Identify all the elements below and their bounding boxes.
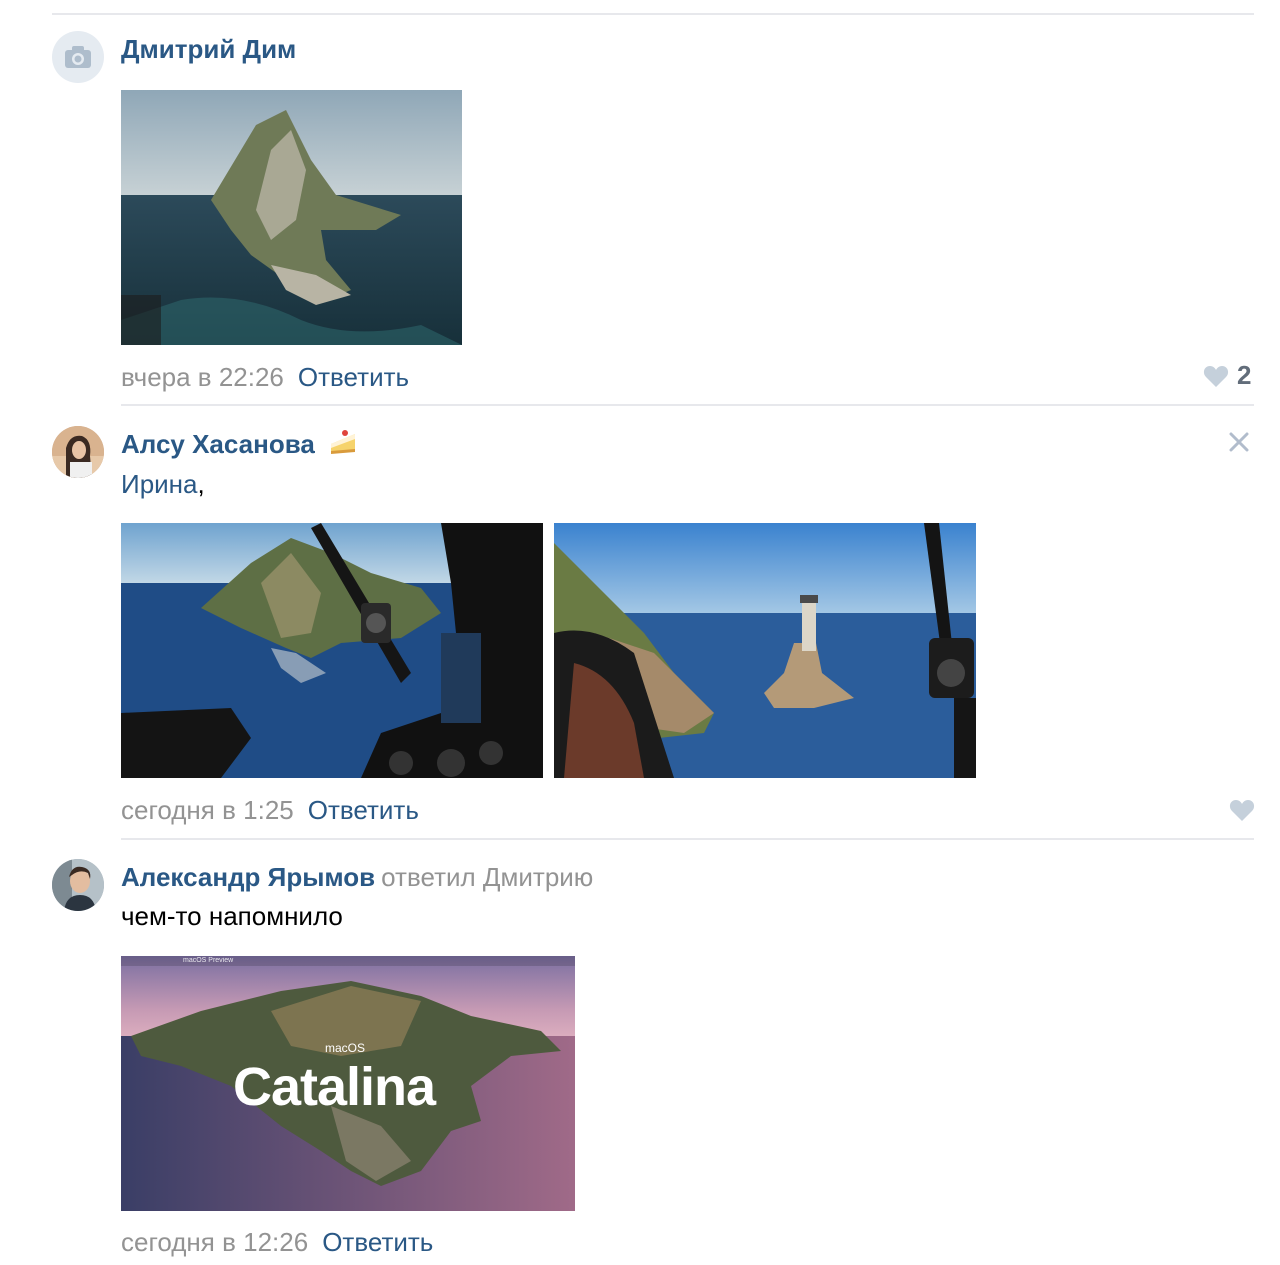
avatar[interactable] — [52, 426, 104, 478]
separator — [121, 838, 1254, 840]
reply-button[interactable]: Ответить — [308, 795, 419, 825]
image-caption-small: macOS — [325, 1041, 366, 1055]
reply-button[interactable]: Ответить — [298, 362, 409, 392]
photo-attachment[interactable]: macOS Preview macOS Catalina — [121, 956, 575, 1211]
like-count: 2 — [1237, 360, 1252, 390]
like-button[interactable]: 2 — [1203, 360, 1251, 391]
photo-attachment[interactable] — [554, 523, 976, 778]
like-button[interactable] — [1229, 798, 1255, 822]
separator — [121, 404, 1254, 406]
heart-icon — [1203, 365, 1229, 387]
mention-suffix: , — [197, 469, 205, 499]
cake-icon — [331, 430, 356, 454]
reply-button[interactable]: Ответить — [322, 1227, 433, 1257]
heart-icon — [1229, 800, 1255, 821]
image-topbar-text: macOS Preview — [183, 957, 234, 964]
mention-link[interactable]: Ирина — [121, 469, 198, 499]
close-icon — [1229, 432, 1249, 452]
photo-attachment[interactable] — [121, 523, 543, 778]
comment-date[interactable]: сегодня в 1:25 — [121, 795, 294, 825]
comment-text: чем-то напомнило — [121, 901, 343, 931]
camera-icon — [65, 46, 91, 68]
image-caption-big: Catalina — [233, 1057, 436, 1117]
author-name[interactable]: Дмитрий Дим — [121, 34, 296, 64]
comment-date[interactable]: сегодня в 12:26 — [121, 1227, 308, 1257]
avatar[interactable] — [52, 859, 104, 911]
author-name[interactable]: Александр Ярымов — [121, 862, 375, 892]
photo-attachment[interactable] — [121, 90, 462, 345]
avatar[interactable] — [52, 31, 104, 83]
replied-to[interactable]: ответил Дмитрию — [381, 862, 593, 892]
author-name[interactable]: Алсу Хасанова — [121, 429, 315, 459]
comment-text: Ирина, — [121, 467, 205, 501]
close-button[interactable] — [1229, 432, 1249, 457]
comment-1: Дмитрий Дим вчера в 22:26 Ответить 2 — [0, 0, 1280, 406]
comment-date[interactable]: вчера в 22:26 — [121, 362, 284, 392]
